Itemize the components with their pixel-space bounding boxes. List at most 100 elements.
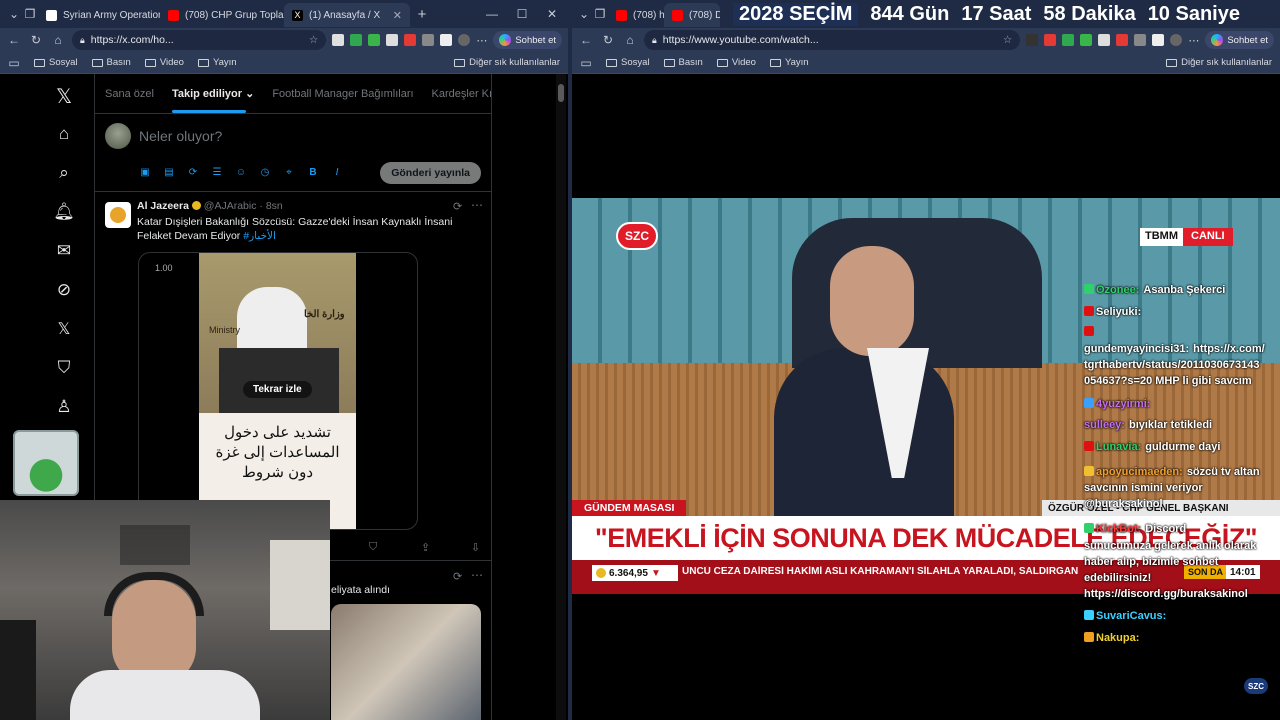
new-tab-icon[interactable]: + <box>414 6 430 23</box>
favorite-star-icon[interactable]: ☆ <box>1003 34 1012 46</box>
tab-kardesler[interactable]: Kardeşler Kırai <box>432 88 491 100</box>
home-icon[interactable]: ⌂ <box>52 122 76 146</box>
share-icon[interactable]: ⇪ <box>421 541 430 554</box>
tab-youtube-1[interactable]: (708) h <box>608 3 664 27</box>
next-tweet-image[interactable] <box>331 604 481 720</box>
workspaces-icon[interactable]: ❐ <box>22 6 38 22</box>
home-icon[interactable]: ⌂ <box>50 32 66 48</box>
scrollbar-thumb[interactable] <box>558 84 564 102</box>
extension-icon[interactable] <box>368 34 381 46</box>
poll-icon[interactable]: ☰ <box>211 166 223 178</box>
minimize-icon[interactable]: — <box>484 6 500 22</box>
workspaces-icon[interactable]: ❐ <box>592 6 608 22</box>
copilot-button[interactable]: Sohbet et <box>1205 31 1274 49</box>
tab-list-icon[interactable]: ⌄ <box>6 6 22 22</box>
replay-button[interactable]: Tekrar izle <box>243 381 312 398</box>
bookmark-video[interactable]: Video <box>716 57 756 68</box>
playback-speed[interactable]: 1.00 <box>155 263 173 273</box>
media-icon[interactable]: ▣ <box>139 166 151 178</box>
other-favorites[interactable]: Diğer sık kullanılanlar <box>1166 57 1272 68</box>
premium-icon[interactable]: 𝕏 <box>52 317 76 341</box>
other-favorites[interactable]: Diğer sık kullanılanlar <box>454 57 560 68</box>
bookmark-sosyal[interactable]: Sosyal <box>606 57 650 68</box>
back-icon[interactable]: ← <box>6 32 22 48</box>
extension-icon[interactable] <box>386 34 399 46</box>
tab-x-home[interactable]: X (1) Anasayfa / X ✕ <box>284 3 410 27</box>
schedule-icon[interactable]: ◷ <box>259 166 271 178</box>
grok-icon[interactable]: ⟳ <box>187 166 199 178</box>
bold-icon[interactable]: B <box>307 166 319 178</box>
tab-youtube-2[interactable]: (708) D <box>664 3 720 27</box>
chat-username[interactable]: Ozonee: <box>1096 284 1139 296</box>
gif-icon[interactable]: ▤ <box>163 166 175 178</box>
bookmark-video[interactable]: Video <box>144 57 184 68</box>
tweet-hashtag[interactable]: #الأخبار <box>243 230 276 242</box>
scrollbar[interactable] <box>556 74 566 720</box>
refresh-icon[interactable]: ↻ <box>28 32 44 48</box>
extension-icon[interactable] <box>1044 34 1057 46</box>
bookmark-icon[interactable]: ⛉ <box>369 541 377 554</box>
extension-icon[interactable] <box>440 34 453 46</box>
tweet-author-name[interactable]: Al Jazeera <box>137 200 189 212</box>
reading-list-icon[interactable]: ▭ <box>580 55 592 71</box>
tweet-handle[interactable]: @AJArabic <box>204 200 257 212</box>
avatar[interactable] <box>105 123 131 149</box>
tab-following[interactable]: Takip ediliyor ⌄ <box>171 87 254 113</box>
close-window-icon[interactable]: ✕ <box>544 6 560 22</box>
reading-list-icon[interactable]: ▭ <box>8 55 20 71</box>
chat-username[interactable]: Seliyuki: <box>1096 306 1141 318</box>
grok-icon[interactable]: ⟳ <box>453 570 462 583</box>
profile-icon[interactable]: ♙ <box>52 395 76 419</box>
messages-icon[interactable]: ✉ <box>52 239 76 263</box>
chat-username[interactable]: apoyucimaeden: <box>1096 466 1183 478</box>
chat-username[interactable]: SuvariCavus: <box>1096 610 1166 622</box>
back-icon[interactable]: ← <box>578 32 594 48</box>
home-icon[interactable]: ⌂ <box>622 32 638 48</box>
profile-avatar[interactable] <box>1170 34 1183 46</box>
bookmark-yayin[interactable]: Yayın <box>769 57 809 68</box>
chat-username[interactable]: KickBot: <box>1096 523 1141 535</box>
close-icon[interactable]: ✕ <box>393 9 402 22</box>
bookmark-sosyal[interactable]: Sosyal <box>34 57 78 68</box>
more-icon[interactable]: ⋯ <box>471 198 483 212</box>
tab-syrian-army[interactable]: Syrian Army Operations ✕ <box>38 3 160 27</box>
extension-icon[interactable] <box>1152 34 1165 46</box>
tweet-video[interactable]: 1.00 وزارة الخا Ministry Tekrar izle تشد… <box>138 252 418 530</box>
tab-chp-youtube[interactable]: (708) CHP Grup Toplantı ✕ <box>160 3 284 27</box>
chat-username[interactable]: gundemyayincisi31: <box>1084 343 1189 355</box>
maximize-icon[interactable]: ☐ <box>514 6 530 22</box>
address-bar[interactable]: 🔒︎ https://x.com/ho... ☆ <box>72 30 327 50</box>
compose-input[interactable]: Neler oluyor? <box>139 128 222 144</box>
search-icon[interactable]: ⌕ <box>52 161 76 185</box>
favorite-star-icon[interactable]: ☆ <box>309 34 318 46</box>
italic-icon[interactable]: I <box>331 166 343 178</box>
notifications-icon[interactable]: 🔔︎ <box>52 200 76 224</box>
tab-for-you[interactable]: Sana özel <box>105 88 154 100</box>
x-logo-icon[interactable]: 𝕏 <box>52 84 76 108</box>
tab-list-icon[interactable]: ⌄ <box>576 6 592 22</box>
extension-icon[interactable] <box>1134 34 1147 46</box>
extension-icon[interactable] <box>1080 34 1093 46</box>
grok-icon[interactable]: ⟳ <box>453 200 462 213</box>
copilot-button[interactable]: Sohbet et <box>493 31 562 49</box>
extension-icon[interactable] <box>1062 34 1075 46</box>
more-menu-icon[interactable]: ⋯ <box>476 34 487 47</box>
refresh-icon[interactable]: ↻ <box>600 32 616 48</box>
download-icon[interactable]: ⇩ <box>471 541 480 554</box>
tweet-time[interactable]: · 8sn <box>259 200 282 212</box>
profile-avatar[interactable] <box>458 34 471 46</box>
bookmark-basin[interactable]: Basın <box>91 57 131 68</box>
extension-icon[interactable] <box>422 34 435 46</box>
extension-icon[interactable] <box>350 34 363 46</box>
extension-icon[interactable] <box>332 34 345 46</box>
chat-username[interactable]: Nakupa: <box>1096 632 1139 644</box>
tab-football-manager[interactable]: Football Manager Bağımlıları <box>272 88 413 100</box>
more-menu-icon[interactable]: ⋯ <box>1188 34 1199 47</box>
extension-icon[interactable] <box>1026 34 1039 46</box>
aljazeera-avatar[interactable] <box>105 202 131 228</box>
address-bar[interactable]: 🔒︎ https://www.youtube.com/watch... ☆ <box>644 30 1021 50</box>
more-icon[interactable]: ⋯ <box>471 568 483 582</box>
location-icon[interactable]: ⌖ <box>283 166 295 178</box>
chat-username[interactable]: sulleey: <box>1084 419 1125 431</box>
bookmark-basin[interactable]: Basın <box>663 57 703 68</box>
